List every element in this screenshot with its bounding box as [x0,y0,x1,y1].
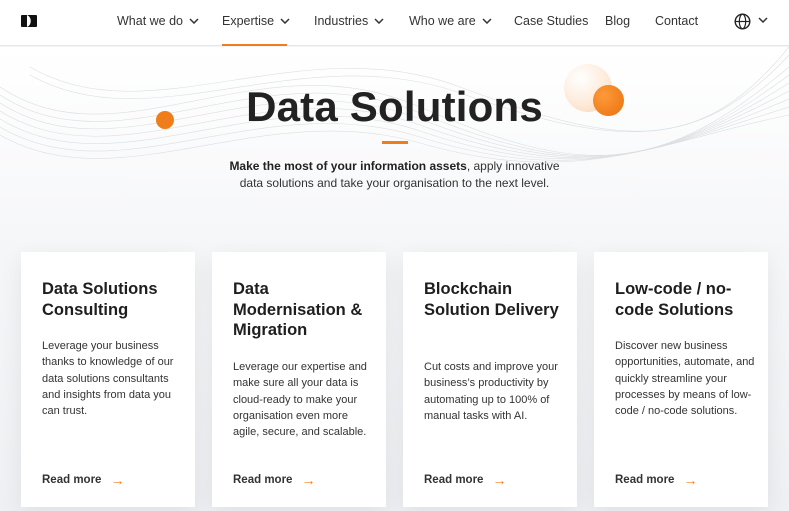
read-more-label: Read more [615,474,675,486]
read-more-link[interactable]: Read more → [424,472,506,488]
page-title: Data Solutions [246,83,543,130]
service-card[interactable]: Data Solutions Consulting Leverage your … [21,252,195,507]
read-more-label: Read more [42,474,102,486]
card-description: Leverage your business thanks to knowled… [42,340,174,418]
nav-item-label: Blog [605,14,631,28]
globe-icon[interactable] [734,13,751,30]
nav-item-label: Industries [314,14,369,28]
arrow-right-icon: → [492,472,507,488]
card-description: Leverage our expertise and make sure all… [233,361,367,439]
card-description: Discover new business opportunities, aut… [615,340,755,418]
service-card[interactable]: Data Modernisation & Migration Leverage … [212,252,386,507]
arrow-right-icon: → [110,472,125,488]
read-more-label: Read more [424,474,484,486]
hero-subtitle-text: , apply innovative [466,159,560,173]
chevron-down-icon [280,18,290,24]
nav-item-what-we-do[interactable]: What we do [117,14,199,28]
read-more-label: Read more [233,474,293,486]
nav-item-who-we-are[interactable]: Who we are [409,14,492,28]
nav-item-label: Case Studies [514,14,589,28]
chevron-down-icon[interactable] [758,17,768,23]
nav-item-blog[interactable]: Blog [605,14,630,28]
read-more-link[interactable]: Read more → [233,472,315,488]
nav-item-label: What we do [117,14,184,28]
read-more-link[interactable]: Read more → [42,472,124,488]
company-logo-icon[interactable] [21,15,37,27]
card-title: Low-code / no-code Solutions [615,280,734,319]
card-title: Data Modernisation & Migration [233,280,363,339]
nav-item-contact[interactable]: Contact [655,14,698,28]
title-divider [382,141,408,144]
card-title: Data Solutions Consulting [42,280,158,319]
hero-subtitle-bold: Make the most of your information assets [229,159,467,173]
active-nav-indicator [222,44,287,46]
chevron-down-icon [189,18,199,24]
nav-item-label: Expertise [222,14,275,28]
service-card[interactable]: Blockchain Solution Delivery Cut costs a… [403,252,577,507]
service-card[interactable]: Low-code / no-code Solutions Discover ne… [594,252,768,507]
hero-subtitle-text: data solutions and take your organisatio… [239,176,550,190]
chevron-down-icon [482,18,492,24]
nav-item-label: Who we are [409,14,476,28]
nav-item-case-studies[interactable]: Case Studies [514,14,588,28]
read-more-link[interactable]: Read more → [615,472,697,488]
hero-section: Data Solutions Make the most of your inf… [0,47,789,511]
nav-item-industries[interactable]: Industries [314,14,384,28]
card-description: Cut costs and improve your business’s pr… [424,361,558,422]
hero-subtitle: Make the most of your information assets… [0,158,789,192]
nav-item-label: Contact [655,14,699,28]
top-navigation: What we do Expertise Industries Who we a… [0,0,789,46]
arrow-right-icon: → [301,472,316,488]
chevron-down-icon [374,18,384,24]
arrow-right-icon: → [683,472,698,488]
nav-item-expertise[interactable]: Expertise [222,14,290,28]
decorative-waves [0,47,789,163]
card-title: Blockchain Solution Delivery [424,280,559,319]
